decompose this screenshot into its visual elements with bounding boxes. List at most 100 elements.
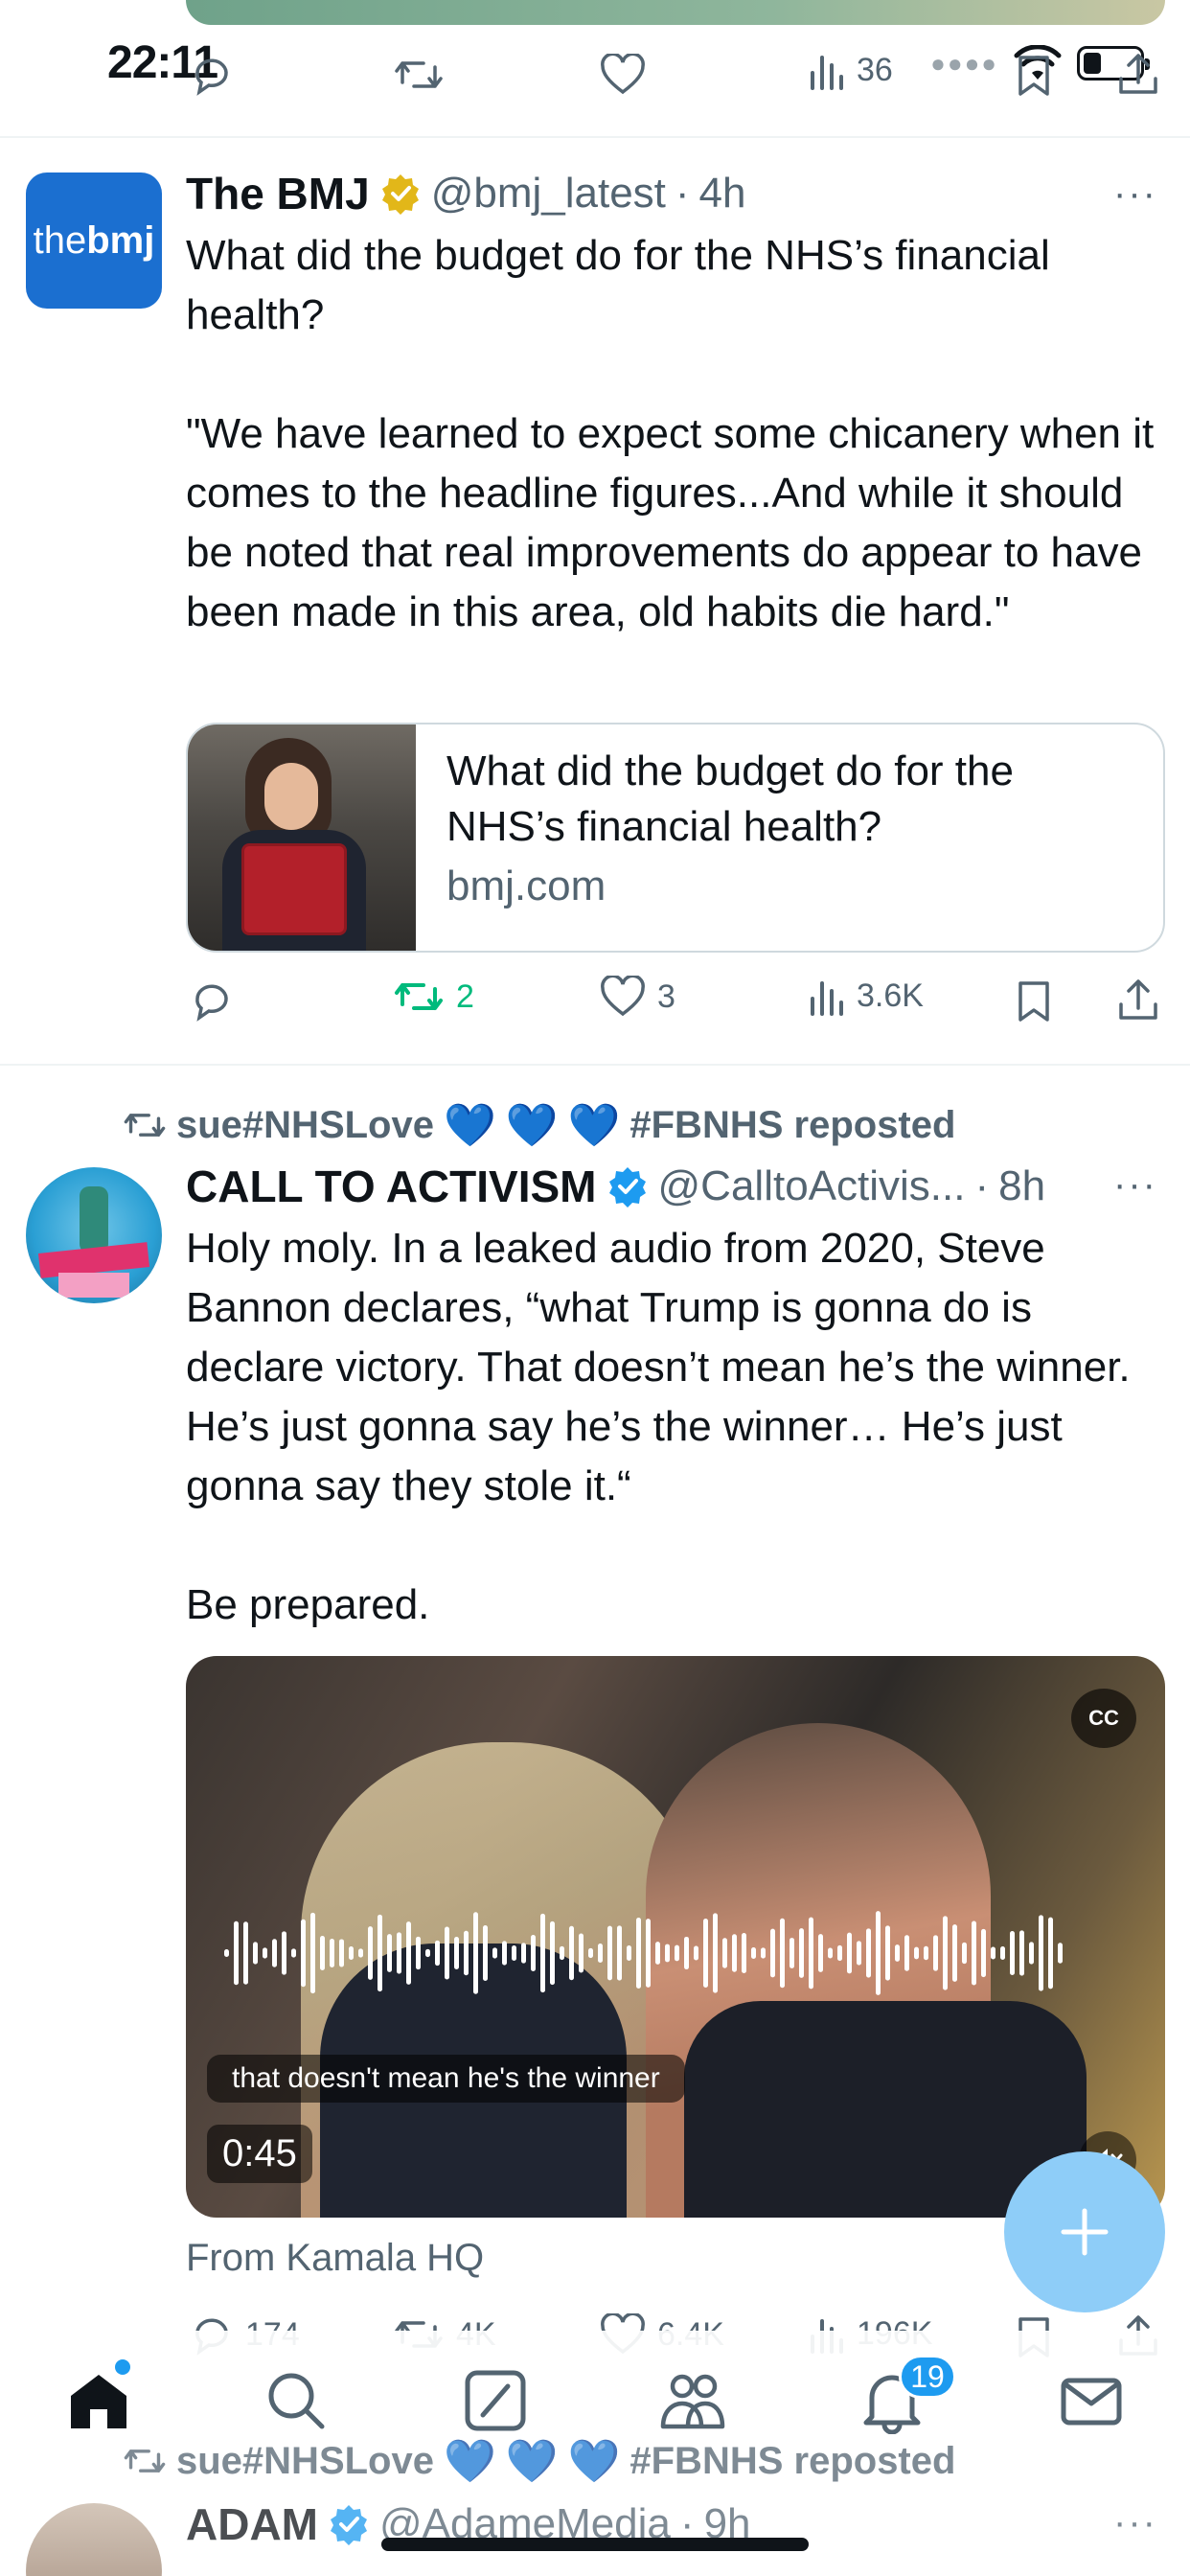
author-handle[interactable]: @bmj_latest (431, 170, 666, 218)
waveform-bar (732, 1934, 737, 1972)
avatar[interactable] (26, 1167, 162, 1303)
repost-icon (395, 983, 443, 1010)
waveform-bar (703, 1919, 708, 1988)
link-card-title: What did the budget do for the NHS’s fin… (446, 748, 1014, 850)
views-stat[interactable]: 3.6K (809, 976, 924, 1016)
waveform-bar (243, 1921, 248, 1985)
reply-icon[interactable] (190, 54, 234, 101)
waveform-bar (387, 1934, 392, 1972)
separator-dot: · (675, 170, 690, 217)
waveform-bar (933, 1935, 938, 1971)
more-options-icon[interactable]: ··· (1113, 172, 1157, 216)
author-name[interactable]: ADAM (186, 2498, 318, 2550)
source-attribution[interactable]: From Kamala HQ (186, 2237, 484, 2280)
waveform-bar (636, 1918, 641, 1989)
waveform-bar (713, 1913, 718, 1993)
waveform-bar (349, 1946, 354, 1960)
waveform-bar (684, 1936, 689, 1970)
tab-search-icon[interactable] (263, 2367, 330, 2434)
waveform-bar (550, 1920, 555, 1986)
share-icon[interactable] (1117, 978, 1159, 1026)
waveform-bar (617, 1925, 622, 1981)
separator-dot: · (974, 1162, 990, 1209)
like-count: 3 (657, 978, 675, 1015)
waveform-bar (282, 1931, 286, 1975)
views-stat[interactable]: 36 (809, 50, 893, 90)
like-icon[interactable] (600, 52, 646, 101)
avatar-text-the: the (33, 218, 87, 262)
waveform-bar (502, 1941, 507, 1966)
reply-icon[interactable] (190, 979, 234, 1026)
waveform-bar (1019, 1930, 1024, 1976)
waveform-bar (560, 1945, 564, 1961)
repost-icon (124, 1114, 166, 1137)
link-card[interactable]: What did the budget do for the NHS’s fin… (186, 723, 1165, 953)
reposted-suffix: #FBNHS reposted (629, 1103, 956, 1146)
waveform-bar (425, 1948, 430, 1958)
repost-stat[interactable]: 2 (393, 976, 474, 1018)
waveform-bar (885, 1925, 890, 1981)
waveform-bar (646, 1919, 651, 1988)
more-options-icon[interactable]: ··· (1113, 2501, 1157, 2544)
verified-gold-icon (381, 174, 419, 215)
waveform-bar (320, 1936, 325, 1970)
tweet-text: What did the budget do for the NHS’s fin… (186, 232, 1155, 635)
repost-icon[interactable] (393, 54, 445, 101)
reposted-by-line[interactable]: sue#NHSLove 💙 💙 💙 #FBNHS reposted (123, 1096, 955, 1154)
bookmark-icon[interactable] (1016, 979, 1052, 1028)
waveform-bar (972, 1920, 976, 1986)
waveform-bar (569, 1925, 574, 1981)
bookmark-icon[interactable] (1016, 54, 1052, 103)
tab-home-icon[interactable] (65, 2367, 132, 2434)
author-name[interactable]: CALL TO ACTIVISM (186, 1161, 597, 1212)
blue-heart-icon: 💙 (443, 1102, 496, 1149)
views-icon (811, 981, 843, 1016)
waveform-bar (790, 1938, 794, 1968)
waveform-bar (943, 1916, 948, 1990)
reposted-suffix: #FBNHS reposted (629, 2439, 956, 2482)
reposted-by-line[interactable]: sue#NHSLove 💙 💙 💙 #FBNHS reposted (123, 2432, 955, 2490)
verified-blue-icon (608, 1167, 646, 1208)
tab-communities-icon[interactable] (659, 2367, 726, 2434)
waveform-bar (962, 1942, 967, 1965)
prev-tweet-actions: 36 (186, 46, 1165, 104)
waveform-bar (751, 1947, 756, 1959)
home-indicator (381, 2538, 809, 2551)
previous-tweet-media[interactable] (186, 0, 1165, 25)
waveform-bar (627, 1945, 631, 1961)
tab-messages-icon[interactable] (1058, 2367, 1125, 2434)
waveform-bar (272, 1939, 277, 1967)
waveform-bar (368, 1926, 373, 1980)
waveform-bar (579, 1933, 584, 1973)
repost-icon (124, 2450, 166, 2472)
waveform-bar (761, 1947, 766, 1959)
tweet-time: 4h (698, 170, 746, 217)
waveform-bar (339, 1939, 344, 1967)
waveform-bar (847, 1932, 852, 1974)
like-stat[interactable]: 3 (600, 976, 675, 1018)
avatar[interactable]: the bmj (26, 172, 162, 309)
waveform-bar (991, 1946, 995, 1960)
waveform-bar (521, 1943, 526, 1964)
closed-captions-button[interactable]: CC (1071, 1689, 1136, 1748)
waveform-bar (837, 1944, 842, 1962)
waveform-bar (675, 1944, 679, 1962)
tweet-text: Holy moly. In a leaked audio from 2020, … (186, 1225, 1131, 1628)
plus-icon (1061, 2208, 1109, 2256)
waveform-bar (445, 1926, 449, 1980)
more-options-icon[interactable]: ··· (1113, 1163, 1157, 1207)
verified-blue-icon (330, 2505, 367, 2545)
waveform-bar (301, 1919, 306, 1988)
compose-button[interactable] (1004, 2151, 1165, 2312)
waveform-bar (1000, 1946, 1005, 1960)
waveform-bar (358, 1948, 363, 1958)
views-icon (811, 56, 843, 90)
waveform-bar (330, 1939, 334, 1967)
waveform-bar (224, 1949, 229, 1957)
author-name[interactable]: The BMJ (186, 168, 370, 219)
waveform-bar (512, 1945, 516, 1961)
share-icon[interactable] (1117, 52, 1159, 101)
link-card-info: What did the budget do for the NHS’s fin… (416, 724, 1163, 951)
author-handle[interactable]: @CalltoActivis... (658, 1162, 966, 1210)
tab-grok-icon[interactable] (462, 2367, 529, 2434)
